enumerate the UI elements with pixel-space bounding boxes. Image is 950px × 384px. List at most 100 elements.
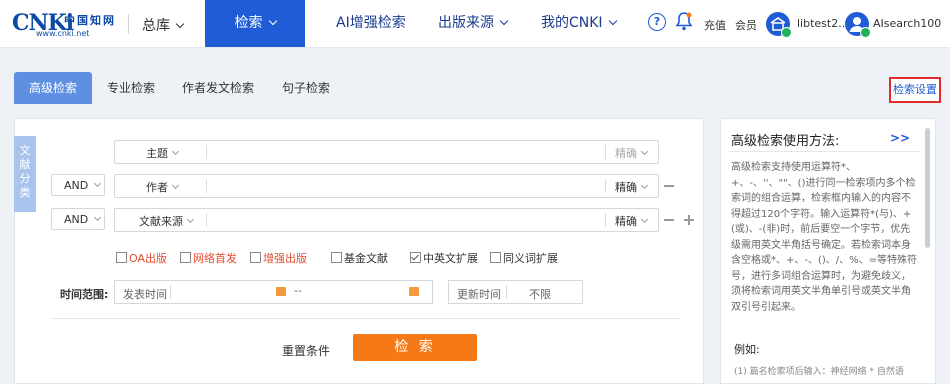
match-selector-2[interactable]: 精确 [615, 179, 649, 195]
checkbox-label: 中英文扩展 [423, 252, 478, 265]
help-panel-divider [728, 151, 920, 152]
update-time-selector[interactable]: 更新时间 不限 [448, 280, 583, 304]
field-label-2: 作者 [146, 181, 168, 194]
bell-icon[interactable] [675, 12, 693, 34]
header-divider [128, 14, 129, 34]
user-avatar[interactable] [845, 12, 871, 38]
field-selector-2[interactable]: 作者 [146, 179, 180, 195]
checkbox-online-first[interactable]: 网络首发 [180, 252, 237, 265]
cnki-logo[interactable]: CNKi 中国知网 www.cnki.net [12, 10, 120, 38]
logic-selector-2[interactable]: AND [51, 174, 105, 196]
chevron-down-icon [640, 215, 649, 224]
chevron-down-icon [171, 181, 180, 190]
row-divider [605, 145, 606, 159]
checkbox-box-checked [410, 252, 421, 263]
nav-ai-search[interactable]: AI增强检索 [336, 0, 406, 47]
document-category-toggle[interactable]: 文献分类 [14, 136, 44, 212]
nav-my-cnki[interactable]: 我的CNKI [541, 0, 617, 47]
checkbox-fund[interactable]: 基金文献 [331, 252, 388, 265]
checkbox-cn-en-expand[interactable]: 中英文扩展 [410, 252, 478, 265]
user-account-name[interactable]: AIsearch100 [873, 17, 941, 30]
tab-advanced-search[interactable]: 高级检索 [14, 72, 92, 104]
search-button[interactable]: 检 索 [353, 334, 477, 361]
search-row-2: 作者 精确 [114, 174, 659, 198]
institution-account-name[interactable]: libtest2... [797, 17, 849, 30]
checkbox-synonym-expand[interactable]: 同义词扩展 [490, 252, 558, 265]
category-tab-label: 文献分类 [19, 144, 31, 199]
row-divider [605, 213, 606, 227]
range-divider [506, 285, 507, 299]
search-settings-button[interactable]: 检索设置 [889, 77, 941, 103]
match-label-1: 精确 [615, 147, 637, 160]
checkbox-enhanced[interactable]: 增强出版 [250, 252, 307, 265]
chevron-down-icon [175, 19, 185, 29]
tab-sentence-search[interactable]: 句子检索 [280, 72, 332, 104]
section-divider [50, 318, 680, 319]
search-input-3[interactable] [211, 211, 605, 229]
online-status-dot [781, 27, 792, 38]
nav-search-label: 检索 [234, 15, 263, 31]
nav-ai-search-label: AI增强检索 [336, 15, 406, 31]
calendar-icon[interactable] [276, 287, 286, 296]
time-range-label: 时间范围: [60, 288, 109, 301]
logic-selector-3[interactable]: AND [51, 208, 105, 230]
match-selector-3[interactable]: 精确 [615, 213, 649, 229]
remove-row-icon[interactable] [664, 219, 674, 221]
tab-professional-search[interactable]: 专业检索 [103, 72, 159, 104]
publish-date-range[interactable]: 发表时间 -- [114, 280, 433, 304]
checkbox-box [490, 252, 501, 263]
field-selector-3[interactable]: 文献来源 [139, 213, 195, 229]
logo-url: www.cnki.net [36, 29, 90, 38]
nav-search[interactable]: 检索 [205, 0, 305, 47]
logic-label-2: AND [64, 179, 89, 192]
row-divider [605, 179, 606, 193]
row-divider [206, 145, 207, 159]
remove-row-icon[interactable] [664, 185, 674, 187]
checkbox-box [180, 252, 191, 263]
checkbox-label: OA出版 [129, 252, 167, 265]
row-divider [206, 213, 207, 227]
reset-conditions-button[interactable]: 重置条件 [282, 342, 330, 359]
chevron-down-icon [186, 215, 195, 224]
checkbox-label: 增强出版 [263, 252, 307, 265]
date-range-separator: -- [294, 284, 302, 297]
logo-chinese-name: 中国知网 [64, 14, 116, 27]
help-panel-title: 高级检索使用方法: [731, 134, 840, 149]
field-selector-1[interactable]: 主题 [146, 145, 180, 161]
help-icon[interactable]: ? [648, 13, 666, 31]
help-panel-expand-link[interactable]: >> [890, 131, 910, 145]
chevron-down-icon [94, 213, 102, 222]
publish-date-placeholder: 发表时间 [123, 288, 167, 301]
help-panel-body: 高级检索支持使用运算符*、+、-、''、""、()进行同一检索项内多个检索词的组… [731, 162, 918, 313]
chevron-down-icon [608, 16, 617, 26]
match-selector-1[interactable]: 精确 [615, 145, 649, 161]
update-time-label: 更新时间 [457, 288, 501, 301]
search-input-2[interactable] [211, 177, 605, 195]
row-divider [206, 179, 207, 193]
member-link[interactable]: 会员 [735, 17, 757, 33]
chevron-down-icon [640, 181, 649, 190]
recharge-link[interactable]: 充值 [704, 17, 726, 33]
tab-author-search[interactable]: 作者发文检索 [180, 72, 256, 104]
chevron-down-icon [94, 179, 102, 188]
nav-publication-source[interactable]: 出版来源 [438, 0, 509, 47]
field-label-1: 主题 [146, 147, 168, 160]
update-time-value: 不限 [529, 288, 551, 301]
checkbox-label: 基金文献 [344, 252, 388, 265]
search-row-3: 文献来源 精确 [114, 208, 659, 232]
match-label-2: 精确 [615, 181, 637, 194]
logic-label-3: AND [64, 213, 89, 226]
online-status-dot [860, 27, 871, 38]
field-label-3: 文献来源 [139, 215, 183, 228]
nav-my-cnki-label: 我的CNKI [541, 15, 603, 31]
help-panel-scrollbar[interactable] [925, 128, 930, 248]
checkbox-label: 同义词扩展 [503, 252, 558, 265]
institution-avatar[interactable] [766, 12, 792, 38]
library-label: 总库 [142, 18, 170, 34]
checkbox-oa[interactable]: OA出版 [116, 252, 167, 265]
calendar-icon[interactable] [409, 287, 419, 296]
library-selector[interactable]: 总库 [142, 15, 185, 35]
search-input-1[interactable] [211, 143, 605, 161]
add-row-icon[interactable] [684, 215, 694, 225]
search-type-tabs: 高级检索 专业检索 作者发文检索 句子检索 [0, 72, 950, 104]
